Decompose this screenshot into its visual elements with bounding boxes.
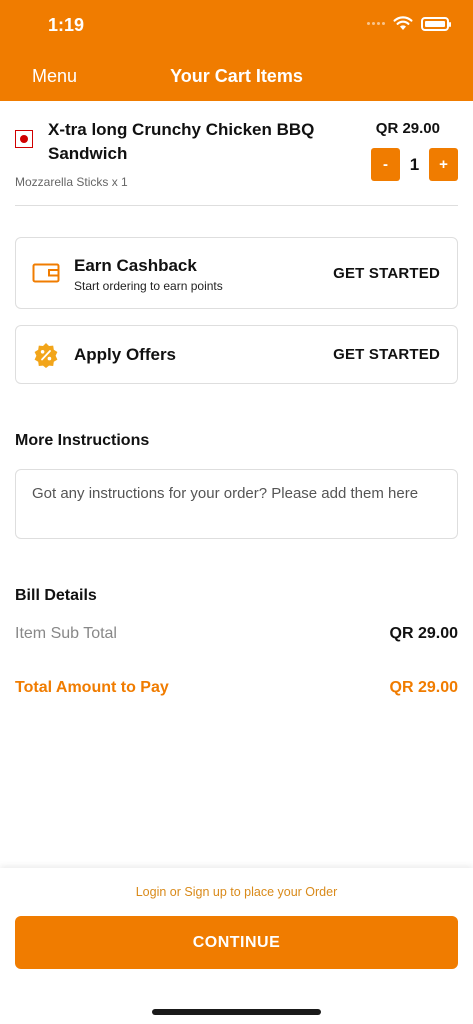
instructions-title: More Instructions (15, 432, 150, 449)
total-label: Total Amount to Pay (15, 679, 169, 696)
cart-item: X-tra long Crunchy Chicken BBQ Sandwich … (15, 118, 458, 206)
offers-get-started-button[interactable]: GET STARTED (333, 346, 440, 363)
discount-badge-icon (31, 340, 61, 370)
checkout-footer: Login or Sign up to place your Order CON… (0, 868, 473, 1024)
bill-details-title: Bill Details (15, 587, 97, 604)
cashback-get-started-button[interactable]: GET STARTED (333, 265, 440, 282)
item-price: QR 29.00 (375, 120, 440, 137)
item-name: X-tra long Crunchy Chicken BBQ Sandwich (48, 120, 315, 163)
increase-quantity-button[interactable]: + (429, 148, 458, 181)
non-veg-mark-icon (15, 130, 33, 148)
cashback-card[interactable]: Earn Cashback Start ordering to earn poi… (15, 237, 458, 309)
subtotal-row: Item Sub Total QR 29.00 (15, 625, 458, 643)
signal-icon (367, 22, 385, 25)
status-time: 1:19 (48, 15, 85, 35)
offers-title: Apply Offers (74, 345, 177, 364)
battery-icon (421, 16, 451, 31)
decrease-quantity-button[interactable]: - (371, 148, 400, 181)
login-signup-link[interactable]: Login or Sign up to place your Order (0, 885, 473, 899)
status-icons (367, 16, 451, 31)
total-value: QR 29.00 (389, 679, 458, 696)
cashback-subtitle: Start ordering to earn points (74, 279, 223, 293)
page-title: Your Cart Items (170, 66, 303, 86)
quantity-stepper: - 1 + (371, 148, 458, 181)
item-addon: Mozzarella Sticks x 1 (15, 175, 128, 189)
continue-button[interactable]: CONTINUE (15, 916, 458, 969)
home-indicator (152, 1009, 321, 1015)
quantity-value: 1 (409, 154, 420, 174)
cashback-title: Earn Cashback (74, 256, 197, 275)
wifi-icon (393, 16, 413, 30)
subtotal-value: QR 29.00 (389, 625, 458, 642)
offers-card[interactable]: Apply Offers GET STARTED (15, 325, 458, 384)
total-row: Total Amount to Pay QR 29.00 (15, 679, 458, 697)
subtotal-label: Item Sub Total (15, 625, 117, 642)
app-header: 1:19 Menu Your Cart Items (0, 0, 473, 101)
wallet-icon (31, 258, 61, 288)
instructions-input[interactable]: Got any instructions for your order? Ple… (15, 469, 458, 539)
